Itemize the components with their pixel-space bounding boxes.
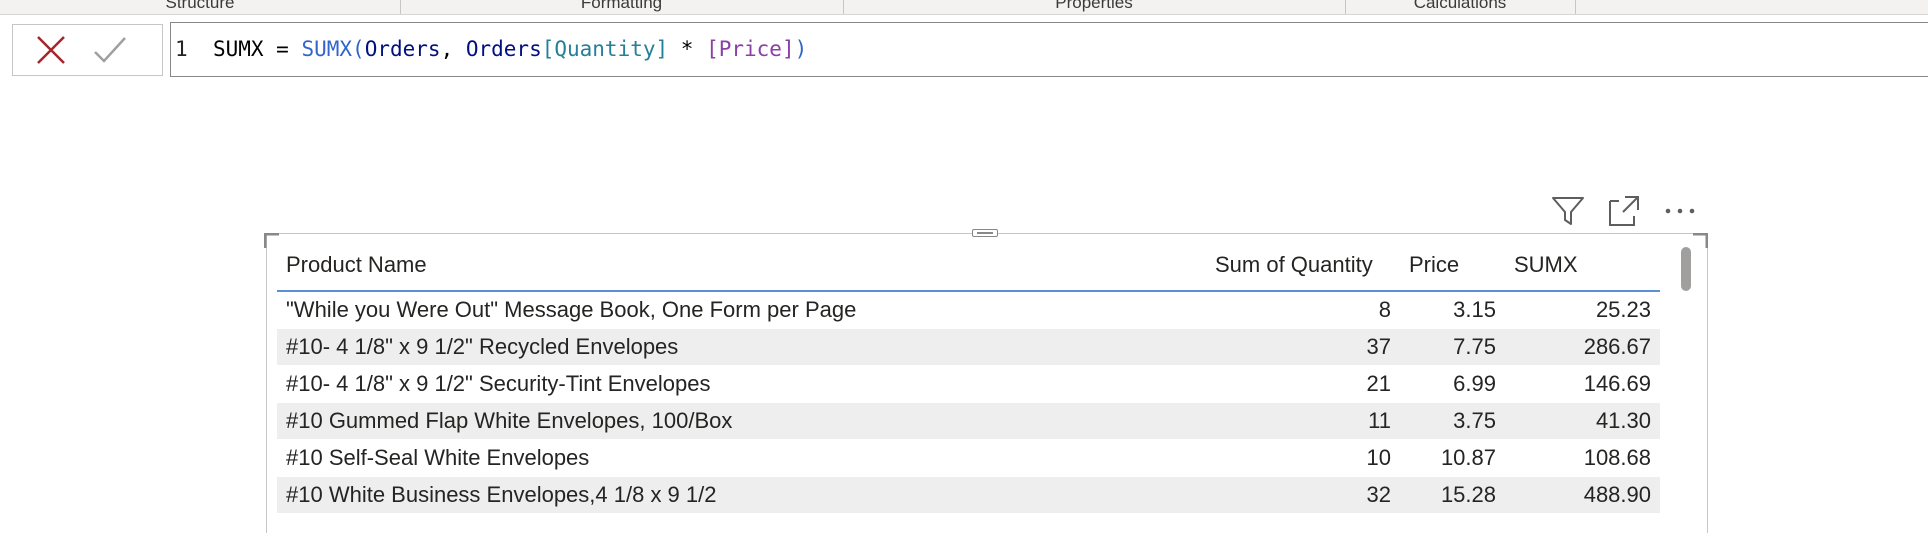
ribbon-group-properties: Properties <box>843 0 1346 14</box>
formula-bar-buttons <box>12 24 163 76</box>
column-header-sum-of-quantity[interactable]: Sum of Quantity <box>1206 240 1400 292</box>
checkmark-icon[interactable] <box>91 32 127 68</box>
cell-product-name: #10- 4 1/8" x 9 1/2" Recycled Envelopes <box>277 328 1206 366</box>
cell-sumx: 108.68 <box>1505 439 1660 477</box>
column-token: [Quantity] <box>541 37 669 61</box>
filter-funnel-icon[interactable] <box>1550 193 1586 229</box>
cell-price: 10.87 <box>1400 439 1505 477</box>
resize-handle-top[interactable] <box>972 229 998 237</box>
dax-formula-editor[interactable]: 1 SUMX = SUMX(Orders, Orders[Quantity] *… <box>170 22 1928 77</box>
cell-sum-of-quantity: 37 <box>1206 328 1400 366</box>
cell-price: 3.75 <box>1400 402 1505 440</box>
cell-price: 6.99 <box>1400 365 1505 403</box>
table-token: Orders <box>364 37 441 61</box>
ribbon-group-calculations: Calculations <box>1345 0 1576 14</box>
comma-token: , <box>440 37 466 61</box>
multiply-token: * <box>668 37 707 61</box>
cell-sum-of-quantity: 11 <box>1206 402 1400 440</box>
column-header-price[interactable]: Price <box>1400 240 1505 292</box>
cell-sum-of-quantity: 32 <box>1206 476 1400 514</box>
table-row[interactable]: "While you Were Out" Message Book, One F… <box>277 291 1660 329</box>
vertical-scrollbar-thumb[interactable] <box>1681 247 1691 291</box>
cell-sum-of-quantity: 8 <box>1206 291 1400 329</box>
measure-ref-token: [Price] <box>706 37 795 61</box>
table-row[interactable]: #10- 4 1/8" x 9 1/2" Security-Tint Envel… <box>277 365 1660 403</box>
cell-sumx: 488.90 <box>1505 476 1660 514</box>
close-paren-token: ) <box>794 37 808 61</box>
table-token-2: Orders <box>465 37 542 61</box>
cell-product-name: #10- 4 1/8" x 9 1/2" Security-Tint Envel… <box>277 365 1206 403</box>
more-options-icon[interactable] <box>1662 193 1698 229</box>
close-x-icon[interactable] <box>33 32 69 68</box>
cell-price: 15.28 <box>1400 476 1505 514</box>
ribbon-group-structure: Structure <box>0 0 401 14</box>
table-row[interactable]: #10 Gummed Flap White Envelopes, 100/Box… <box>277 402 1660 440</box>
open-paren-token: ( <box>352 37 365 61</box>
cell-price: 3.15 <box>1400 291 1505 329</box>
table-header-row: Product Name Sum of Quantity Price SUMX <box>277 240 1660 292</box>
cell-sumx: 146.69 <box>1505 365 1660 403</box>
column-header-product-name[interactable]: Product Name <box>277 240 1206 292</box>
cell-sum-of-quantity: 10 <box>1206 439 1400 477</box>
table-row[interactable]: #10 White Business Envelopes,4 1/8 x 9 1… <box>277 476 1660 514</box>
table-row[interactable]: #10- 4 1/8" x 9 1/2" Recycled Envelopes … <box>277 328 1660 366</box>
cell-product-name: #10 White Business Envelopes,4 1/8 x 9 1… <box>277 476 1206 514</box>
cell-price: 7.75 <box>1400 328 1505 366</box>
cell-product-name: "While you Were Out" Message Book, One F… <box>277 291 1206 329</box>
cell-sumx: 286.67 <box>1505 328 1660 366</box>
cell-product-name: #10 Self-Seal White Envelopes <box>277 439 1206 477</box>
resize-corner-top-right[interactable] <box>1692 232 1709 249</box>
cell-sum-of-quantity: 21 <box>1206 365 1400 403</box>
ribbon-group-labels: Structure Formatting Properties Calculat… <box>0 0 1928 15</box>
focus-mode-icon[interactable] <box>1606 193 1642 229</box>
equals-token: = <box>263 37 302 61</box>
cell-product-name: #10 Gummed Flap White Envelopes, 100/Box <box>277 402 1206 440</box>
measure-name-token: SUMX <box>212 37 264 61</box>
column-header-sumx[interactable]: SUMX <box>1505 240 1660 292</box>
cell-sumx: 25.23 <box>1505 291 1660 329</box>
table-row[interactable]: #10 Self-Seal White Envelopes 10 10.87 1… <box>277 439 1660 477</box>
ribbon-group-formatting: Formatting <box>400 0 844 14</box>
function-token: SUMX <box>301 37 353 61</box>
cell-sumx: 41.30 <box>1505 402 1660 440</box>
line-number: 1 <box>175 37 188 61</box>
data-table: Product Name Sum of Quantity Price SUMX … <box>277 240 1660 514</box>
